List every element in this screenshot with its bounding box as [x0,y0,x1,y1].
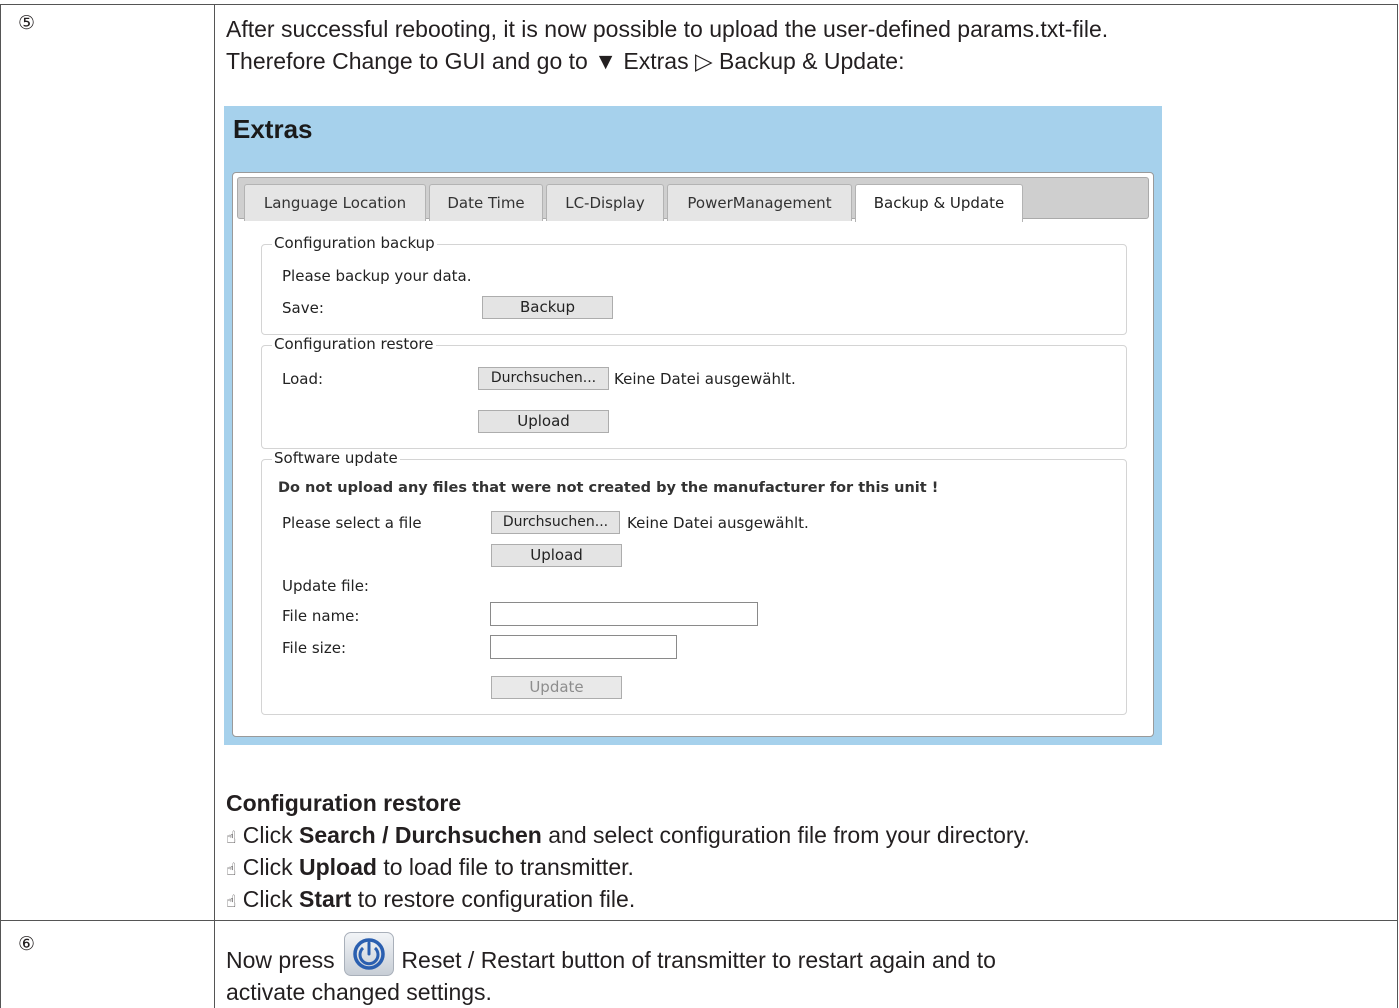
triangle-down-icon: ▼ [594,48,617,74]
file-name-field[interactable] [490,602,758,626]
update-upload-button[interactable]: Upload [491,544,622,567]
tab-power-management[interactable]: PowerManagement [667,184,852,221]
instruction-text: to restore configuration file. [351,886,636,912]
hand-pointer-icon: ☝ [226,892,237,911]
select-file-label: Please select a file [282,514,422,532]
configuration-backup-fieldset: Configuration backup Please backup your … [261,234,1127,335]
software-update-legend: Software update [272,449,400,467]
tab-lc-display[interactable]: LC-Display [546,184,664,221]
table-row-divider [0,920,1398,921]
instruction-bold: Start [298,886,352,912]
step-number: ⑥ [18,934,36,955]
instruction-text: to load file to transmitter. [376,854,634,880]
update-button[interactable]: Update [491,676,622,699]
step-number: ⑤ [18,13,36,34]
update-no-file-text: Keine Datei ausgewählt. [627,514,809,532]
instruction-text: Click [236,854,299,880]
configuration-backup-legend: Configuration backup [272,234,437,252]
section-heading: Configuration restore [226,790,462,816]
gui-title: Extras [233,114,313,144]
software-update-fieldset: Software update Do not upload any files … [261,449,1127,715]
restore-no-file-text: Keine Datei ausgewählt. [614,370,796,388]
instruction-bold: Search / Durchsuchen [298,822,542,848]
intro-line-1: After successful rebooting, it is now po… [226,16,1109,42]
instruction-bold: Upload [298,854,377,880]
restore-upload-button[interactable]: Upload [478,410,609,433]
instruction-table: ⑤ After successful rebooting, it is now … [0,0,1399,1008]
menu-backup-update-text: Backup & Update: [712,48,905,74]
instruction-text: Click [236,822,299,848]
instruction-item: ☝ Click Start to restore configuration f… [226,883,635,918]
instruction-text: Click [236,886,299,912]
backup-button[interactable]: Backup [482,296,613,319]
menu-extras-text: Extras [617,48,695,74]
tab-backup-update[interactable]: Backup & Update [855,184,1023,222]
step-6-line-1: Now press Reset / Restart button of tran… [226,944,996,976]
configuration-restore-legend: Configuration restore [272,335,436,353]
update-browse-button[interactable]: Durchsuchen... [491,511,620,534]
restore-browse-button[interactable]: Durchsuchen... [478,367,609,390]
power-symbol-icon [353,938,385,970]
triangle-right-icon: ▷ [694,48,713,74]
gui-panel: Language Location Date Time LC-Display P… [232,172,1154,737]
tab-date-time[interactable]: Date Time [429,184,543,221]
save-label: Save: [282,299,324,317]
hand-pointer-icon: ☝ [226,860,237,879]
file-name-label: File name: [282,607,360,625]
file-size-label: File size: [282,639,347,657]
intro-line-2-prefix: Therefore Change to GUI and go to [226,48,595,74]
tab-language-location[interactable]: Language Location [244,184,426,221]
update-file-label: Update file: [282,577,369,595]
instruction-item: ☝ Click Search / Durchsuchen and select … [226,819,1030,854]
step-6-text-after: Reset / Restart button of transmitter to… [395,947,996,973]
step-6-line-2: activate changed settings. [226,979,492,1005]
instruction-item: ☝ Click Upload to load file to transmitt… [226,851,634,886]
table-border-left [0,4,1,1008]
configuration-restore-fieldset: Configuration restore Load: Durchsuchen.… [261,335,1127,449]
power-icon [344,932,394,976]
table-column-divider [214,4,215,1008]
table-border-right [1397,4,1398,1008]
step-6-text-before: Now press [226,947,342,973]
table-border-top [0,4,1398,5]
instruction-text: and select configuration file from your … [541,822,1030,848]
tab-bar: Language Location Date Time LC-Display P… [237,177,1149,222]
update-warning-text: Do not upload any files that were not cr… [278,480,939,496]
extras-gui-screenshot: Extras Language Location Date Time LC-Di… [224,106,1162,745]
hand-pointer-icon: ☝ [226,828,237,847]
backup-info-text: Please backup your data. [282,267,472,285]
intro-line-2: Therefore Change to GUI and go to ▼ Extr… [226,45,904,77]
load-label: Load: [282,370,324,388]
file-size-field[interactable] [490,635,677,659]
